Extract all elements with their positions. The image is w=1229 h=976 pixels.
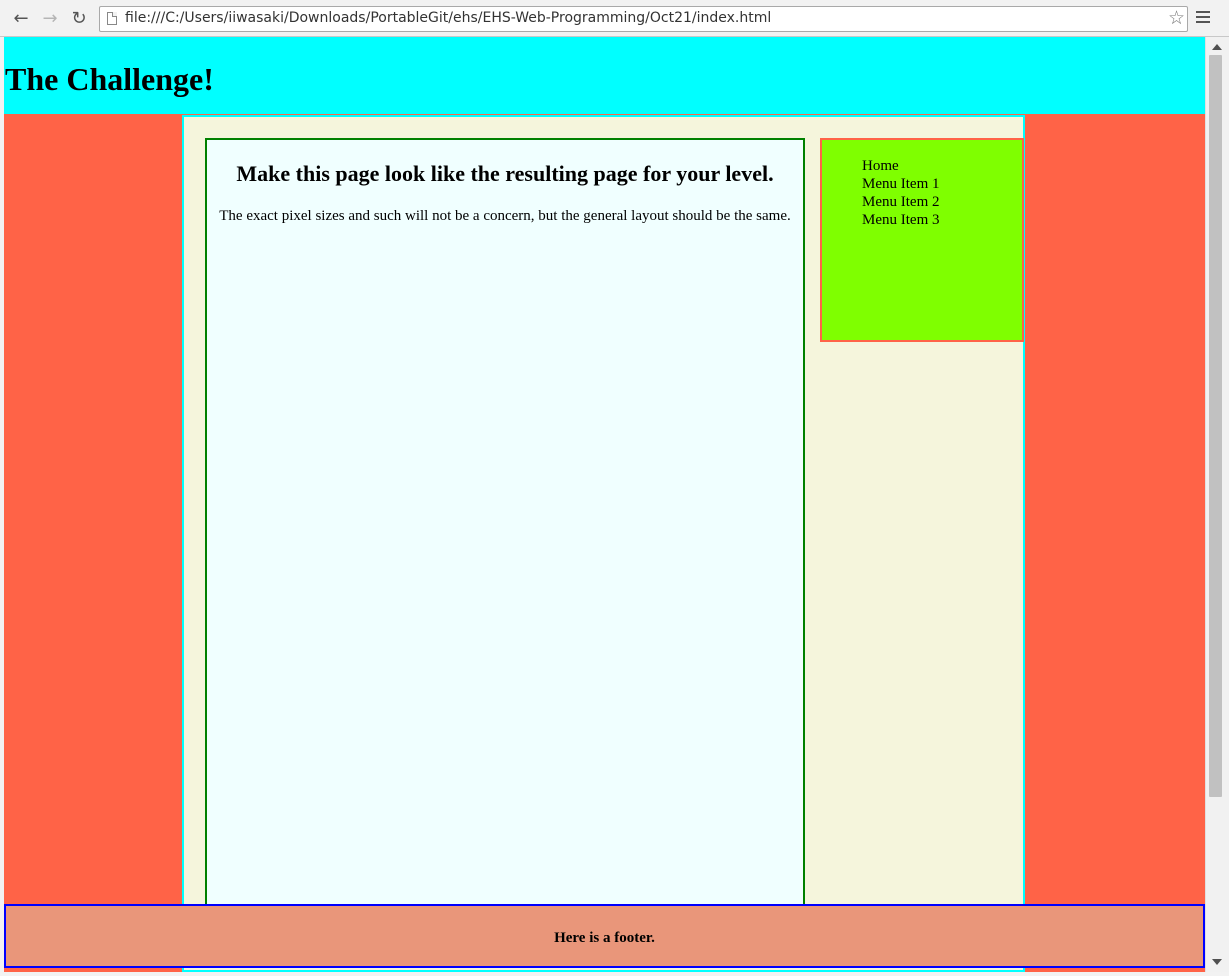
address-bar[interactable]: file:///C:/Users/iiwasaki/Downloads/Port… xyxy=(99,6,1188,32)
scroll-down-arrow-icon[interactable] xyxy=(1212,959,1222,965)
sidebar-menu: Home Menu Item 1 Menu Item 2 Menu Item 3 xyxy=(820,138,1024,342)
scroll-thumb[interactable] xyxy=(1209,55,1222,797)
page-viewport: The Challenge! Make this page look like … xyxy=(4,37,1205,972)
vertical-scrollbar[interactable] xyxy=(1205,37,1229,972)
page-title: The Challenge! xyxy=(5,61,214,97)
star-icon[interactable]: ☆ xyxy=(1168,7,1185,29)
scroll-up-arrow-icon[interactable] xyxy=(1212,44,1222,50)
menu-item-2[interactable]: Menu Item 2 xyxy=(862,193,939,211)
menu-item-home[interactable]: Home xyxy=(862,157,939,175)
menu-item-1[interactable]: Menu Item 1 xyxy=(862,175,939,193)
content-heading: Make this page look like the resulting p… xyxy=(236,161,774,186)
page-header: The Challenge! xyxy=(4,37,1205,114)
menu-icon[interactable] xyxy=(1196,11,1210,23)
page-icon xyxy=(107,12,117,25)
menu-item-3[interactable]: Menu Item 3 xyxy=(862,211,939,229)
content-paragraph: The exact pixel sizes and such will not … xyxy=(219,208,791,224)
main-wrapper: Make this page look like the resulting p… xyxy=(182,115,1025,972)
reload-icon[interactable]: ↻ xyxy=(67,6,91,30)
forward-arrow-icon[interactable]: → xyxy=(38,6,62,30)
menu-list: Home Menu Item 1 Menu Item 2 Menu Item 3 xyxy=(862,157,939,229)
url-text[interactable]: file:///C:/Users/iiwasaki/Downloads/Port… xyxy=(125,10,771,26)
back-arrow-icon[interactable]: ← xyxy=(9,6,33,30)
content-panel: Make this page look like the resulting p… xyxy=(205,138,805,918)
footer-text: Here is a footer. xyxy=(554,930,655,946)
page-footer: Here is a footer. xyxy=(4,904,1205,968)
window-bottom-edge xyxy=(0,972,1229,976)
browser-toolbar: ← → ↻ file:///C:/Users/iiwasaki/Download… xyxy=(0,0,1229,37)
